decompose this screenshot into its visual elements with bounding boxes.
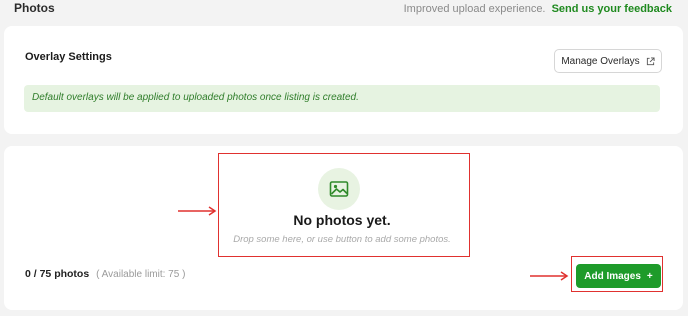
feedback-text: Improved upload experience. Send us your… (404, 3, 672, 15)
plus-icon: + (646, 270, 653, 282)
page-title: Photos (14, 1, 55, 15)
external-link-icon (646, 56, 655, 65)
feedback-label: Improved upload experience. (403, 3, 546, 15)
empty-state-title: No photos yet. (293, 212, 391, 228)
page-header: Photos Improved upload experience. Send … (0, 0, 688, 20)
overlay-settings-card: Overlay Settings Manage Overlays Default… (4, 26, 683, 134)
overlay-settings-heading: Overlay Settings (25, 51, 112, 63)
annotation-arrow-add-button (530, 271, 570, 281)
image-icon (318, 168, 360, 210)
manage-overlays-label: Manage Overlays (561, 55, 640, 67)
empty-state-subtitle: Drop some here, or use button to add som… (233, 234, 451, 245)
overlay-notice: Default overlays will be applied to uplo… (24, 85, 660, 112)
annotation-arrow-empty-state (178, 206, 218, 216)
photo-limit: ( Available limit: 75 ) (96, 269, 186, 280)
add-images-button[interactable]: Add Images + (576, 264, 661, 288)
photo-count: 0 / 75 photos ( Available limit: 75 ) (25, 268, 185, 280)
manage-overlays-button[interactable]: Manage Overlays (554, 49, 662, 73)
photo-count-value: 0 / 75 photos (25, 268, 90, 280)
feedback-link[interactable]: Send us your feedback (552, 3, 672, 15)
add-images-label: Add Images (584, 270, 641, 282)
